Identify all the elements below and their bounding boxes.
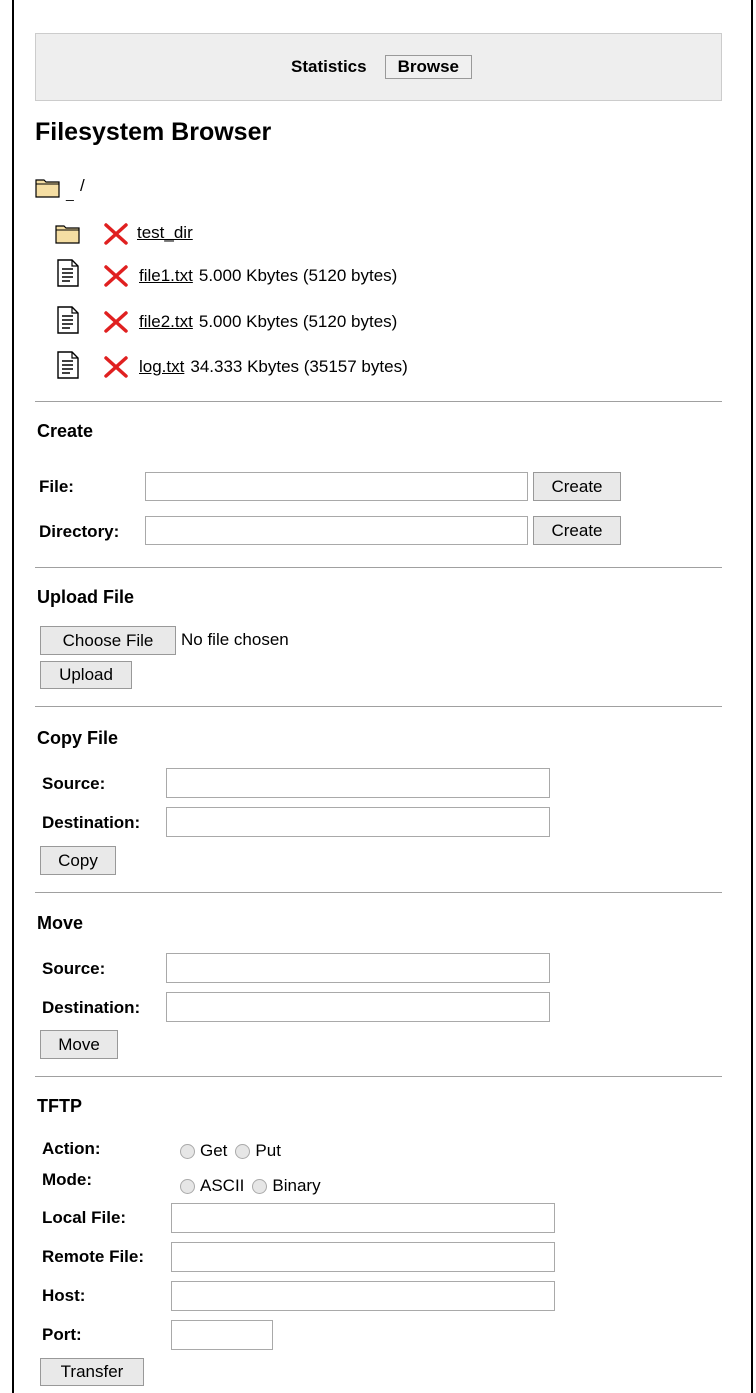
tftp-remote-file-input[interactable] bbox=[171, 1242, 555, 1272]
page-frame bbox=[12, 0, 753, 1393]
tftp-action-label: Action: bbox=[42, 1139, 101, 1158]
list-item: log.txt 34.333 Kbytes (35157 bytes) bbox=[139, 357, 408, 377]
page-title: Filesystem Browser bbox=[35, 118, 272, 146]
choose-file-button[interactable]: Choose File bbox=[40, 626, 176, 655]
delete-icon[interactable] bbox=[103, 222, 129, 246]
file-chosen-status: No file chosen bbox=[181, 630, 289, 649]
create-directory-label: Directory: bbox=[39, 522, 120, 541]
list-item: test_dir bbox=[137, 223, 193, 243]
create-section-title: Create bbox=[37, 421, 94, 441]
create-file-label: File: bbox=[39, 477, 74, 496]
tftp-action-group: Get Put bbox=[180, 1141, 289, 1161]
tftp-section-title: TFTP bbox=[37, 1096, 82, 1116]
nav-browse-button[interactable]: Browse bbox=[384, 55, 472, 79]
divider bbox=[35, 1076, 722, 1077]
entry-link[interactable]: log.txt bbox=[139, 357, 184, 376]
file-size: 5.000 Kbytes (5120 bytes) bbox=[198, 312, 398, 331]
tftp-local-file-input[interactable] bbox=[171, 1203, 555, 1233]
move-source-input[interactable] bbox=[166, 953, 550, 983]
copy-source-input[interactable] bbox=[166, 768, 550, 798]
file-icon bbox=[57, 306, 79, 334]
list-item: file2.txt 5.000 Kbytes (5120 bytes) bbox=[139, 312, 397, 332]
mode-binary-radio[interactable] bbox=[252, 1178, 268, 1194]
move-source-label: Source: bbox=[42, 959, 106, 978]
tftp-mode-label: Mode: bbox=[42, 1170, 93, 1189]
move-button[interactable]: Move bbox=[40, 1030, 118, 1059]
copy-source-label: Source: bbox=[42, 774, 106, 793]
move-destination-input[interactable] bbox=[166, 992, 550, 1022]
nav-statistics-link[interactable]: Statistics bbox=[285, 55, 373, 79]
delete-icon[interactable] bbox=[103, 310, 129, 334]
create-file-input[interactable] bbox=[145, 472, 528, 501]
action-get-label: Get bbox=[200, 1141, 228, 1160]
list-item: file1.txt 5.000 Kbytes (5120 bytes) bbox=[139, 266, 397, 286]
divider bbox=[35, 892, 722, 893]
create-file-button[interactable]: Create bbox=[533, 472, 621, 501]
folder-icon bbox=[35, 179, 60, 198]
delete-icon[interactable] bbox=[103, 355, 129, 379]
divider bbox=[35, 567, 722, 568]
top-nav: Statistics Browse bbox=[35, 33, 722, 101]
create-directory-input[interactable] bbox=[145, 516, 528, 545]
file-size: 34.333 Kbytes (35157 bytes) bbox=[190, 357, 408, 376]
tftp-mode-group: ASCII Binary bbox=[180, 1176, 329, 1196]
delete-icon[interactable] bbox=[103, 264, 129, 288]
tftp-port-input[interactable] bbox=[171, 1320, 273, 1350]
move-destination-label: Destination: bbox=[42, 998, 141, 1017]
mode-ascii-radio[interactable] bbox=[180, 1178, 195, 1194]
tftp-port-label: Port: bbox=[42, 1325, 82, 1344]
tftp-local-file-label: Local File: bbox=[42, 1208, 127, 1227]
action-put-radio[interactable] bbox=[235, 1143, 251, 1159]
root-folder-link[interactable]: _ bbox=[66, 185, 74, 201]
upload-section-title: Upload File bbox=[37, 587, 135, 607]
tftp-host-input[interactable] bbox=[171, 1281, 555, 1311]
tftp-host-label: Host: bbox=[42, 1286, 86, 1305]
entry-link[interactable]: file2.txt bbox=[139, 312, 193, 331]
entry-link[interactable]: test_dir bbox=[137, 223, 193, 242]
entry-link[interactable]: file1.txt bbox=[139, 266, 193, 285]
folder-icon bbox=[55, 225, 80, 244]
divider bbox=[35, 401, 722, 402]
move-section-title: Move bbox=[37, 913, 84, 933]
action-put-label: Put bbox=[255, 1141, 281, 1160]
mode-binary-label: Binary bbox=[272, 1176, 321, 1195]
transfer-button[interactable]: Transfer bbox=[40, 1358, 144, 1386]
file-size: 5.000 Kbytes (5120 bytes) bbox=[198, 266, 398, 285]
action-get-radio[interactable] bbox=[180, 1143, 195, 1159]
mode-ascii-label: ASCII bbox=[200, 1176, 245, 1195]
divider bbox=[35, 706, 722, 707]
current-path: / bbox=[80, 176, 85, 195]
file-icon bbox=[57, 351, 79, 379]
file-icon bbox=[57, 259, 79, 287]
upload-button[interactable]: Upload bbox=[40, 661, 132, 689]
copy-section-title: Copy File bbox=[37, 728, 119, 748]
tftp-remote-file-label: Remote File: bbox=[42, 1247, 145, 1266]
copy-button[interactable]: Copy bbox=[40, 846, 116, 875]
create-directory-button[interactable]: Create bbox=[533, 516, 621, 545]
copy-destination-label: Destination: bbox=[42, 813, 141, 832]
copy-destination-input[interactable] bbox=[166, 807, 550, 837]
